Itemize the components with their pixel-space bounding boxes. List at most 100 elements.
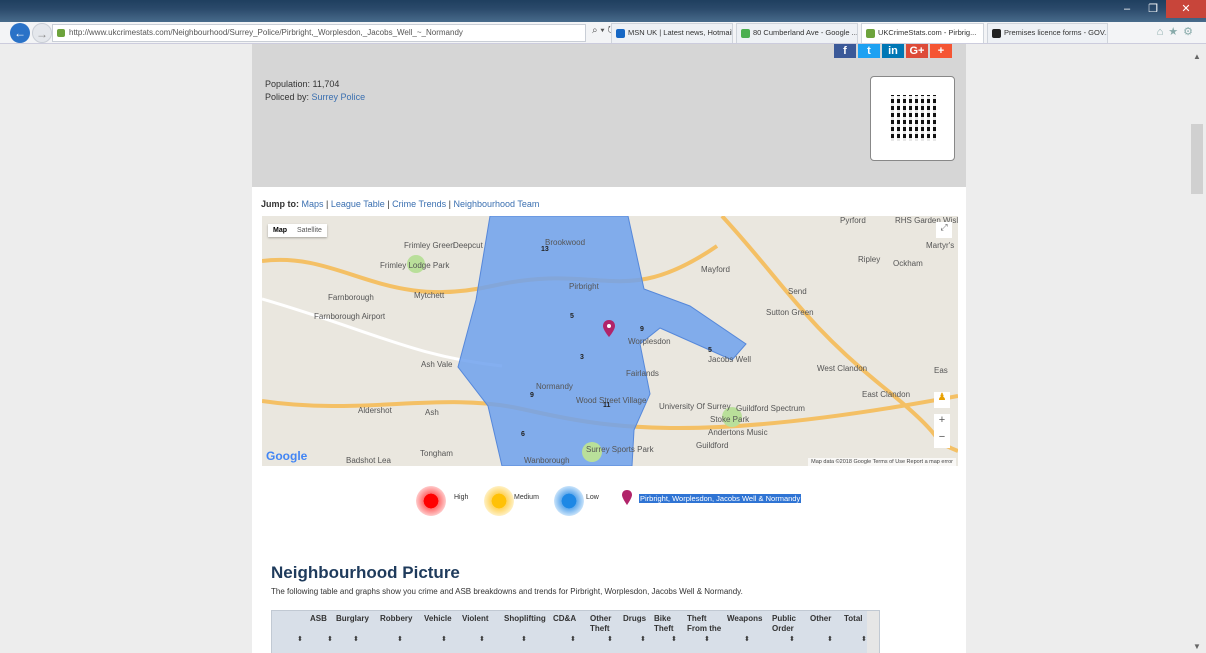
map-attribution[interactable]: Map data ©2018 Google Terms of Use Repor… [808, 458, 956, 466]
street-view-pegman-icon[interactable]: ♟ [934, 392, 950, 408]
map-place-label: Stoke Park [710, 415, 750, 424]
section-title: Neighbourhood Picture [271, 563, 460, 582]
fullscreen-icon[interactable]: ⤢ [936, 222, 952, 238]
scroll-down-icon[interactable]: ▼ [1193, 642, 1201, 651]
sort-icon[interactable]: ⬍ [789, 635, 795, 643]
google-plus-icon[interactable]: G+ [906, 44, 928, 58]
zoom-out-button[interactable]: − [934, 431, 950, 448]
jump-neighbourhood-team-link[interactable]: Neighbourhood Team [453, 199, 539, 209]
table-column-header[interactable]: Public Order [772, 614, 810, 634]
map-place-label: Normandy [536, 382, 573, 391]
tab-favicon-icon [616, 29, 625, 38]
table-column-header[interactable]: CD&A [553, 614, 591, 624]
marker-svg [603, 320, 615, 337]
twitter-icon[interactable]: t [858, 44, 880, 58]
browser-toolbar-icons[interactable]: ⌂★⚙ [1157, 25, 1198, 38]
crime-map[interactable]: Map Satellite Frimley Green Deepcut Brookw… [262, 216, 958, 466]
tab-title: 80 Cumberland Ave - Google ... [753, 28, 858, 37]
medium-crime-marker-icon [484, 486, 514, 516]
ward-crime-count: 9 [640, 326, 644, 333]
jump-to-label: Jump to: [261, 199, 299, 209]
ward-crime-count: 5 [708, 347, 712, 354]
ward-crime-count: 11 [603, 402, 611, 409]
map-place-label: Farnborough [328, 293, 374, 302]
browser-toolbar: ← → http://www.ukcrimestats.com/Neighbou… [0, 22, 1206, 44]
map-place-label: Andertons Music [708, 428, 768, 437]
add-icon[interactable]: + [930, 44, 952, 58]
page-scrollbar[interactable]: ▲ ▼ [1188, 44, 1206, 653]
minimize-button[interactable]: – [1114, 0, 1140, 18]
browser-tab[interactable]: MSN UK | Latest news, Hotmail... [611, 23, 733, 43]
tab-favicon-icon [741, 29, 750, 38]
table-column-header[interactable]: Other [810, 614, 848, 624]
jump-league-table-link[interactable]: League Table [331, 199, 385, 209]
close-window-button[interactable]: ✕ [1166, 0, 1206, 18]
zoom-control: + − [934, 414, 950, 448]
table-column-header[interactable]: Robbery [380, 614, 418, 624]
table-column-header[interactable]: Vehicle [424, 614, 462, 624]
map-place-label: Deepcut [453, 241, 483, 250]
sort-icon[interactable]: ⬍ [744, 635, 750, 643]
browser-tab[interactable]: UKCrimeStats.com - Pirbrig... [861, 23, 984, 43]
table-scrollbar[interactable] [867, 611, 879, 653]
sort-icon[interactable]: ⬍ [607, 635, 613, 643]
table-column-header[interactable]: Shoplifting [504, 614, 546, 624]
sort-icon[interactable]: ⬍ [479, 635, 485, 643]
sort-icon[interactable]: ⬍ [441, 635, 447, 643]
sort-icon[interactable]: ⬍ [353, 635, 359, 643]
scroll-up-icon[interactable]: ▲ [1193, 52, 1201, 61]
sort-icon[interactable]: ⬍ [521, 635, 527, 643]
area-marker-icon [603, 320, 615, 338]
table-column-header[interactable]: Theft From the [687, 614, 725, 634]
scroll-thumb[interactable] [1191, 124, 1203, 194]
sort-icon[interactable]: ⬍ [570, 635, 576, 643]
facebook-icon[interactable]: f [834, 44, 856, 58]
zoom-in-button[interactable]: + [934, 414, 950, 431]
ward-crime-count: 9 [530, 392, 534, 399]
qr-code-box [870, 76, 955, 161]
sort-icon[interactable]: ⬍ [861, 635, 867, 643]
table-column-header[interactable]: Violent [462, 614, 500, 624]
map-place-label: Sutton Green [766, 308, 814, 317]
policed-by: Policed by: Surrey Police [265, 92, 365, 102]
sort-icon[interactable]: ⬍ [640, 635, 646, 643]
sort-icon[interactable]: ⬍ [704, 635, 710, 643]
crime-table: ASB Burglary Robbery Vehicle Violent Shoplift… [272, 611, 863, 633]
map-type-map[interactable]: Map [268, 224, 292, 237]
google-logo: Google [266, 449, 308, 463]
back-button[interactable]: ← [10, 23, 30, 43]
table-column-header[interactable]: Weapons [727, 614, 765, 624]
map-place-label: Frimley Lodge Park [380, 261, 450, 270]
map-place-label: Brookwood [545, 238, 586, 247]
sort-icon[interactable]: ⬍ [297, 635, 303, 643]
sort-icon[interactable]: ⬍ [827, 635, 833, 643]
browser-tab[interactable]: 80 Cumberland Ave - Google ... [736, 23, 858, 43]
legend-high: High [454, 494, 469, 501]
map-place-label: Mayford [701, 265, 730, 274]
sort-icon[interactable]: ⬍ [397, 635, 403, 643]
map-place-label: Aldershot [358, 406, 392, 415]
map-type-satellite[interactable]: Satellite [292, 224, 327, 237]
sort-icon[interactable]: ⬍ [327, 635, 333, 643]
sort-icon[interactable]: ⬍ [671, 635, 677, 643]
pin-shape [622, 490, 632, 505]
area-pin-icon [622, 490, 632, 506]
police-force-link[interactable]: Surrey Police [312, 92, 366, 102]
table-column-header[interactable]: Burglary [336, 614, 374, 624]
marker-dot [607, 324, 611, 328]
forward-button[interactable]: → [32, 23, 52, 43]
site-favicon-icon [57, 29, 65, 37]
browser-tab[interactable]: Premises licence forms - GOV.... [987, 23, 1108, 43]
jump-crime-trends-link[interactable]: Crime Trends [392, 199, 446, 209]
map-place-label: Ockham [893, 259, 923, 268]
map-place-label: University Of Surrey [659, 402, 731, 411]
low-crime-marker-icon [554, 486, 584, 516]
jump-maps-link[interactable]: Maps [302, 199, 324, 209]
web-page: f t in G+ + Population: 11,704 Policed by: S… [252, 44, 966, 653]
linkedin-icon[interactable]: in [882, 44, 904, 58]
restore-button[interactable]: ❐ [1140, 0, 1166, 18]
map-place-label: West Clandon [817, 364, 868, 373]
map-place-label: Ash Vale [421, 360, 453, 369]
address-bar[interactable]: http://www.ukcrimestats.com/Neighbourhoo… [52, 24, 586, 42]
map-place-label: Send [788, 287, 807, 296]
